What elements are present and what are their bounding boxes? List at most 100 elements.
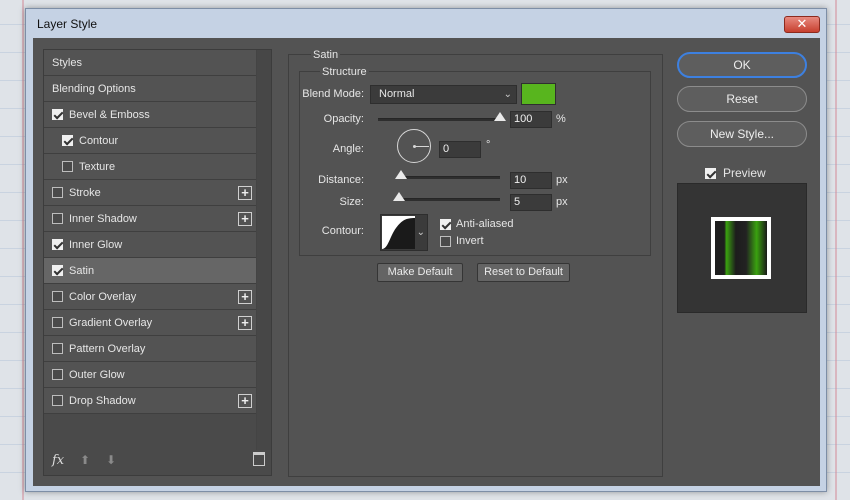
move-down-icon[interactable]: ⬇	[106, 453, 116, 467]
angle-dial[interactable]	[397, 129, 431, 163]
style-item-label: Styles	[52, 56, 82, 69]
style-item-label: Inner Shadow	[69, 212, 137, 225]
style-item-label: Outer Glow	[69, 368, 125, 381]
style-item-label: Color Overlay	[69, 290, 137, 303]
checkbox-icon[interactable]	[52, 317, 63, 328]
style-item-blending-options[interactable]: Blending Options	[44, 76, 256, 102]
checkbox-icon[interactable]	[52, 265, 63, 276]
invert-check-icon[interactable]	[440, 235, 451, 247]
blend-mode-value: Normal	[379, 88, 415, 100]
checkbox-icon[interactable]	[52, 239, 63, 250]
preview-checkbox[interactable]: Preview	[705, 166, 766, 180]
reset-button[interactable]: Reset	[677, 86, 807, 112]
preview-label: Preview	[723, 166, 766, 180]
title-bar[interactable]: Layer Style ✕	[26, 9, 826, 37]
chevron-down-icon: ⌄	[416, 227, 425, 238]
styles-footer: fx ⬆ ⬇	[44, 447, 271, 475]
opacity-unit: %	[556, 113, 566, 125]
move-up-icon[interactable]: ⬆	[80, 453, 90, 467]
checkbox-icon[interactable]	[62, 135, 73, 146]
contour-curve-icon	[382, 216, 415, 249]
fx-menu-button[interactable]: fx	[52, 453, 64, 468]
ok-button[interactable]: OK	[677, 52, 807, 78]
plus-icon[interactable]: +	[238, 290, 252, 304]
checkbox-icon[interactable]	[52, 187, 63, 198]
distance-slider-thumb[interactable]	[395, 170, 408, 179]
plus-icon[interactable]: +	[238, 212, 252, 226]
style-item-stroke[interactable]: Stroke +	[44, 180, 256, 206]
distance-label: Distance:	[318, 174, 364, 186]
style-item-outer-glow[interactable]: Outer Glow	[44, 362, 256, 388]
style-item-styles[interactable]: Styles	[44, 50, 256, 76]
size-unit: px	[556, 196, 568, 208]
structure-group: Structure Blend Mode: Normal ⌄ Opacity: …	[299, 66, 651, 256]
make-default-button[interactable]: Make Default	[377, 263, 463, 282]
size-slider[interactable]	[393, 192, 500, 201]
distance-input[interactable]: 10	[510, 172, 552, 189]
close-icon: ✕	[796, 16, 808, 31]
plus-icon[interactable]: +	[238, 186, 252, 200]
style-item-color-overlay[interactable]: Color Overlay +	[44, 284, 256, 310]
checkbox-icon[interactable]	[52, 395, 63, 406]
layer-style-dialog: Layer Style ✕ Styles Blending Options Beve…	[25, 8, 827, 492]
contour-picker[interactable]: ⌄	[380, 214, 428, 251]
angle-label: Angle:	[332, 143, 364, 155]
satin-color-swatch[interactable]	[521, 83, 556, 105]
style-item-contour[interactable]: Contour	[44, 128, 256, 154]
style-item-label: Pattern Overlay	[69, 342, 146, 355]
style-item-pattern-overlay[interactable]: Pattern Overlay	[44, 336, 256, 362]
angle-input[interactable]: 0	[439, 141, 481, 158]
style-item-texture[interactable]: Texture	[44, 154, 256, 180]
reset-to-default-button[interactable]: Reset to Default	[477, 263, 570, 282]
style-item-label: Inner Glow	[69, 238, 123, 251]
style-item-inner-shadow[interactable]: Inner Shadow +	[44, 206, 256, 232]
style-item-label: Contour	[79, 134, 119, 147]
anti-aliased-checkbox[interactable]: Anti-aliased	[440, 218, 513, 230]
style-item-gradient-overlay[interactable]: Gradient Overlay +	[44, 310, 256, 336]
checkbox-icon[interactable]	[62, 161, 73, 172]
style-item-label: Bevel & Emboss	[69, 108, 150, 121]
opacity-input[interactable]: 100	[510, 111, 552, 128]
chevron-down-icon: ⌄	[503, 89, 512, 100]
distance-slider[interactable]	[395, 170, 500, 179]
style-item-inner-glow[interactable]: Inner Glow	[44, 232, 256, 258]
paper-margin-line	[835, 0, 837, 500]
plus-icon[interactable]: +	[238, 394, 252, 408]
blend-mode-select[interactable]: Normal ⌄	[370, 85, 517, 104]
paper-margin-line	[22, 0, 24, 500]
checkbox-icon[interactable]	[52, 369, 63, 380]
style-item-drop-shadow[interactable]: Drop Shadow +	[44, 388, 256, 414]
angle-dial-hand	[415, 146, 429, 147]
size-slider-thumb[interactable]	[393, 192, 406, 201]
style-item-label: Stroke	[69, 186, 101, 199]
window-title: Layer Style	[37, 17, 98, 31]
structure-title: Structure	[320, 66, 369, 78]
style-item-label: Satin	[69, 264, 95, 277]
contour-label: Contour:	[321, 225, 364, 237]
checkbox-icon[interactable]	[52, 343, 63, 354]
anti-aliased-check-icon[interactable]	[440, 218, 451, 230]
preview-check-icon[interactable]	[705, 167, 716, 179]
size-input[interactable]: 5	[510, 194, 552, 211]
opacity-slider[interactable]	[378, 112, 506, 121]
satin-group-title: Satin	[311, 49, 341, 61]
style-item-satin[interactable]: Satin	[44, 258, 256, 284]
invert-checkbox[interactable]: Invert	[440, 235, 484, 247]
checkbox-icon[interactable]	[52, 213, 63, 224]
plus-icon[interactable]: +	[238, 316, 252, 330]
invert-label: Invert	[456, 235, 484, 247]
checkbox-icon[interactable]	[52, 109, 63, 120]
style-preview	[677, 183, 807, 313]
close-button[interactable]: ✕	[784, 16, 820, 33]
style-preview-fill	[715, 221, 767, 275]
style-item-bevel-emboss[interactable]: Bevel & Emboss	[44, 102, 256, 128]
styles-scrollbar[interactable]	[256, 50, 271, 450]
checkbox-icon[interactable]	[52, 291, 63, 302]
new-style-button[interactable]: New Style...	[677, 121, 807, 147]
distance-unit: px	[556, 174, 568, 186]
trash-icon[interactable]	[253, 452, 265, 466]
blend-mode-label: Blend Mode:	[302, 88, 364, 100]
style-item-label: Blending Options	[52, 82, 136, 95]
satin-group: Satin Structure Blend Mode: Normal ⌄ Opa…	[288, 49, 663, 477]
opacity-slider-thumb[interactable]	[494, 112, 506, 121]
